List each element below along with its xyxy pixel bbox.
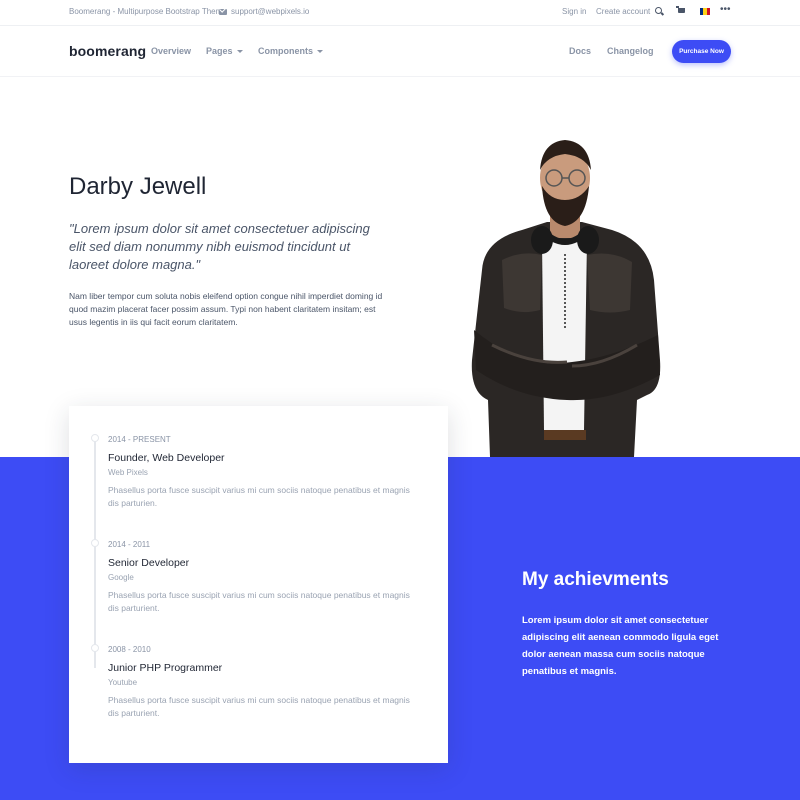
- timeline-dot: [91, 644, 99, 652]
- timeline-dot: [91, 539, 99, 547]
- profile-photo: [471, 140, 661, 457]
- achievements-title: My achievments: [522, 569, 669, 590]
- nav-item-label: Overview: [151, 46, 192, 56]
- main-navbar: boomerang Overview Pages Components Docs…: [0, 27, 800, 77]
- timeline-company: Youtube: [108, 678, 138, 687]
- timeline-dot: [91, 434, 99, 442]
- timeline-item: 2014 - PRESENT Founder, Web Developer We…: [108, 435, 428, 510]
- nav-item-changelog[interactable]: Changelog: [607, 46, 654, 56]
- nav-item-pages[interactable]: Pages: [206, 46, 243, 56]
- cart-icon[interactable]: [676, 6, 685, 13]
- timeline-date: 2008 - 2010: [108, 645, 151, 654]
- timeline-line: [94, 438, 96, 668]
- brand-logo[interactable]: boomerang: [69, 43, 146, 59]
- timeline-description: Phasellus porta fusce suscipit varius mi…: [108, 590, 410, 613]
- support-email[interactable]: support@webpixels.io: [219, 7, 309, 16]
- achievements-text: Lorem ipsum dolor sit amet consectetuer …: [522, 615, 719, 677]
- timeline-role: Senior Developer: [108, 557, 190, 569]
- experience-timeline-card: 2014 - PRESENT Founder, Web Developer We…: [69, 406, 448, 763]
- create-account-link[interactable]: Create account: [596, 7, 650, 16]
- nav-item-docs[interactable]: Docs: [569, 46, 591, 56]
- profile-quote: "Lorem ipsum dolor sit amet consectetuer…: [69, 221, 370, 272]
- nav-item-label: Pages: [206, 46, 233, 56]
- timeline-item: 2008 - 2010 Junior PHP Programmer Youtub…: [108, 645, 428, 720]
- purchase-now-button[interactable]: Purchase Now: [672, 40, 731, 63]
- envelope-icon: [219, 8, 227, 15]
- profile-bio: Nam liber tempor cum soluta nobis eleife…: [69, 291, 383, 327]
- timeline-item: 2014 - 2011 Senior Developer Google Phas…: [108, 540, 428, 615]
- nav-item-components[interactable]: Components: [258, 46, 323, 56]
- nav-item-overview[interactable]: Overview: [151, 46, 191, 56]
- timeline-description: Phasellus porta fusce suscipit varius mi…: [108, 695, 410, 718]
- language-flag-icon[interactable]: [700, 8, 710, 15]
- more-options-icon[interactable]: •••: [720, 4, 731, 15]
- timeline-company: Web Pixels: [108, 468, 148, 477]
- profile-name: Darby Jewell: [69, 173, 207, 200]
- search-icon[interactable]: [655, 7, 662, 14]
- chevron-down-icon: [317, 50, 323, 54]
- timeline-date: 2014 - PRESENT: [108, 435, 171, 444]
- chevron-down-icon: [236, 50, 243, 54]
- theme-title: Boomerang - Multipurpose Bootstrap Theme: [69, 7, 227, 16]
- nav-item-label: Components: [258, 46, 313, 56]
- timeline-date: 2014 - 2011: [108, 540, 151, 549]
- top-utility-bar: Boomerang - Multipurpose Bootstrap Theme…: [0, 0, 800, 26]
- support-email-text[interactable]: support@webpixels.io: [231, 7, 309, 16]
- timeline-company: Google: [108, 573, 134, 582]
- timeline-description: Phasellus porta fusce suscipit varius mi…: [108, 485, 410, 508]
- sign-in-link[interactable]: Sign in: [562, 7, 586, 16]
- timeline-role: Junior PHP Programmer: [108, 662, 223, 674]
- timeline-role: Founder, Web Developer: [108, 452, 225, 464]
